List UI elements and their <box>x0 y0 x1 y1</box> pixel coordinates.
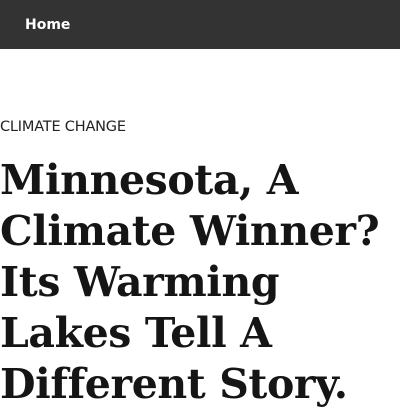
headline-line: Its Warming <box>0 258 280 306</box>
headline-line: Climate Winner? <box>0 207 380 255</box>
headline-line: Minnesota, A <box>0 156 299 204</box>
nav-home-link[interactable]: Home <box>25 0 70 49</box>
top-navbar: Home <box>0 0 400 49</box>
headline-line: Different Story. <box>0 360 348 408</box>
article-headline: Minnesota, A Climate Winner? Its Warming… <box>0 155 400 410</box>
article-category[interactable]: Climate Change <box>0 116 126 138</box>
headline-line: Lakes Tell A <box>0 309 272 357</box>
